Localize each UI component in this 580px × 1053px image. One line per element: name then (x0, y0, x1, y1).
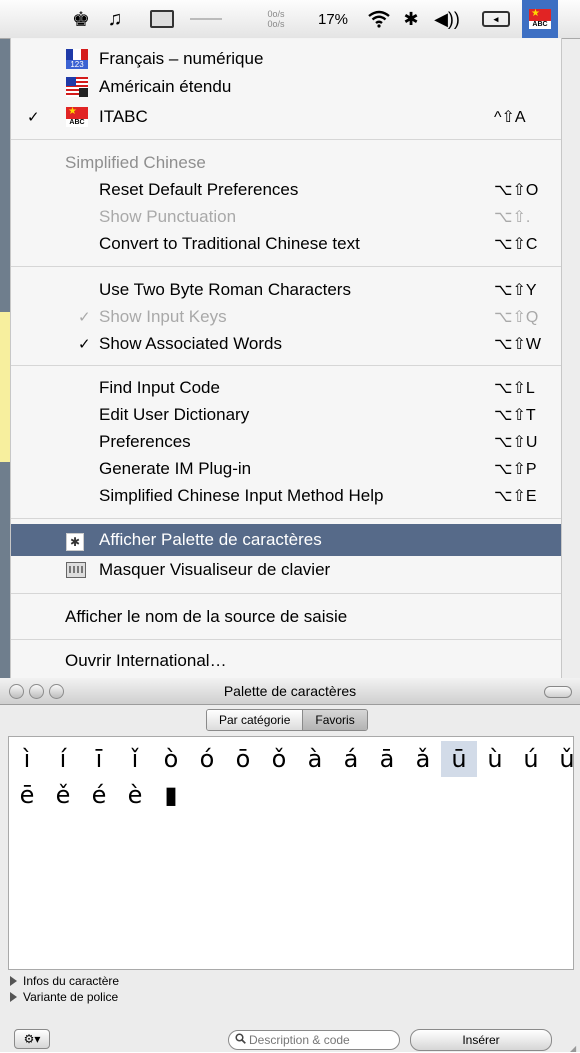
character-cell[interactable]: ā (369, 741, 405, 777)
network-monitor[interactable]: 0o/s 0o/s (256, 0, 296, 38)
title-bar[interactable]: Palette de caractères (0, 678, 580, 705)
battery-percent[interactable]: 17% (308, 0, 358, 38)
disclosure-font-variation[interactable]: Variante de police (10, 990, 118, 1004)
check-icon: ✓ (27, 109, 40, 126)
wifi-icon[interactable] (364, 0, 394, 38)
menu-item-input-method-help[interactable]: Simplified Chinese Input Method Help ⌥⇧E (11, 483, 561, 509)
character-palette-icon: ✱ (66, 531, 84, 551)
character-cell[interactable]: ǔ (549, 741, 580, 777)
menu-bar: ♚ ♫ 0o/s 0o/s 17% ✱ ◀)) ◂ ★ ABC (0, 0, 580, 39)
search-placeholder: Description & code (249, 1033, 350, 1047)
menu-item-show-source-name[interactable]: Afficher le nom de la source de saisie (11, 604, 561, 630)
menu-item-show-character-palette[interactable]: ✱ Afficher Palette de caractères (11, 524, 561, 556)
input-menu: 123 Français – numérique Américain étend… (10, 38, 562, 678)
menu-item-french-numeric[interactable]: 123 Français – numérique (11, 46, 561, 72)
menu-item-american-extended[interactable]: Américain étendu (11, 74, 561, 100)
menu-item-show-input-keys: ✓ Show Input Keys ⌥⇧Q (78, 307, 539, 326)
menu-item-reset-default-preferences[interactable]: Reset Default Preferences ⌥⇧O (11, 177, 561, 203)
resize-grip-icon[interactable]: ◢ (570, 1044, 578, 1053)
disclosure-triangle-icon (10, 992, 17, 1002)
separator-line (188, 0, 224, 38)
music-note-icon[interactable]: ♫ (104, 0, 126, 38)
menu-item-convert-traditional[interactable]: Convert to Traditional Chinese text ⌥⇧C (11, 231, 561, 257)
speech-icon[interactable]: ♚ (68, 0, 94, 38)
check-icon: ✓ (78, 309, 91, 326)
power-icon[interactable]: ◂ (474, 0, 518, 38)
menu-item-label: Français – numérique (99, 49, 264, 68)
character-cell[interactable]: ò (153, 741, 189, 777)
net-up-rate: 0o/s (267, 9, 285, 19)
background-window-right (560, 38, 580, 678)
character-cell[interactable]: à (297, 741, 333, 777)
separator (11, 139, 561, 140)
disclosure-character-info[interactable]: Infos du caractère (10, 974, 119, 988)
menu-item-open-international[interactable]: Ouvrir International… (11, 648, 561, 674)
disclosure-triangle-icon (10, 976, 17, 986)
menu-item-show-punctuation: Show Punctuation ⌥⇧. (99, 207, 531, 226)
menu-item-label: ITABC (99, 107, 148, 126)
character-cell[interactable]: ō (225, 741, 261, 777)
menu-item-edit-user-dictionary[interactable]: Edit User Dictionary ⌥⇧T (11, 402, 561, 428)
check-icon: ✓ (78, 336, 91, 353)
menu-item-label: Américain étendu (99, 77, 232, 96)
character-cell[interactable]: ì (9, 741, 45, 777)
display-icon[interactable] (148, 0, 176, 38)
character-cell[interactable]: è (117, 777, 153, 813)
character-cell[interactable]: ú (513, 741, 549, 777)
character-cell[interactable]: á (333, 741, 369, 777)
character-palette-window: Palette de caractères Par catégorie Favo… (0, 678, 580, 1053)
menu-item-itabc[interactable]: ✓ ★ ABC ITABC ^⇧A (11, 104, 561, 130)
menu-item-hide-keyboard-viewer[interactable]: Masquer Visualiseur de clavier (11, 557, 561, 583)
menu-item-find-input-code[interactable]: Find Input Code ⌥⇧L (11, 375, 561, 401)
menu-item-preferences[interactable]: Preferences ⌥⇧U (11, 429, 561, 455)
separator (11, 639, 561, 640)
bluetooth-icon[interactable]: ✱ (400, 0, 422, 38)
menu-item-generate-plugin[interactable]: Generate IM Plug-in ⌥⇧P (11, 456, 561, 482)
separator (11, 593, 561, 594)
section-header: Simplified Chinese (65, 153, 206, 172)
character-cell[interactable]: ù (477, 741, 513, 777)
view-tabs: Par catégorie Favoris (206, 709, 368, 731)
search-field[interactable]: Description & code (228, 1030, 400, 1050)
character-row: ìíīǐòóōǒàáāǎūùúǔ (9, 741, 580, 777)
gear-icon: ⚙▾ (23, 1032, 41, 1046)
character-cell[interactable]: ó (189, 741, 225, 777)
toolbar-toggle-button[interactable] (544, 686, 572, 698)
input-menu-flag-icon[interactable]: ★ ABC (522, 0, 558, 38)
french-flag-icon: 123 (66, 49, 88, 74)
character-cell[interactable]: í (45, 741, 81, 777)
character-cell[interactable]: ǎ (405, 741, 441, 777)
character-cell[interactable]: ū (441, 741, 477, 777)
tab-favoris[interactable]: Favoris (302, 710, 367, 730)
character-cell[interactable]: ǒ (261, 741, 297, 777)
character-cell[interactable]: ě (45, 777, 81, 813)
background-note (0, 312, 10, 462)
volume-icon[interactable]: ◀)) (430, 0, 464, 38)
us-flag-icon (66, 77, 88, 102)
menu-item-two-byte-roman[interactable]: Use Two Byte Roman Characters ⌥⇧Y (11, 277, 561, 303)
insert-button[interactable]: Insérer (410, 1029, 552, 1051)
tab-par-categorie[interactable]: Par catégorie (207, 710, 303, 730)
character-cell[interactable]: ē (9, 777, 45, 813)
character-cell[interactable]: ǐ (117, 741, 153, 777)
character-grid: ìíīǐòóōǒàáāǎūùúǔ ē ě é è ▮ (8, 736, 575, 970)
character-row: ē ě é è ▮ (9, 777, 189, 813)
text-cursor: ▮ (164, 781, 178, 809)
separator (11, 266, 561, 267)
net-down-rate: 0o/s (267, 19, 285, 29)
menu-item-show-associated-words[interactable]: ✓ Show Associated Words ⌥⇧W (11, 331, 561, 357)
keyboard-icon (66, 562, 86, 583)
character-cell[interactable]: ī (81, 741, 117, 777)
separator (11, 365, 561, 366)
separator (11, 518, 561, 519)
china-flag-icon: ★ ABC (66, 107, 88, 132)
search-icon (235, 1033, 246, 1047)
gear-menu-button[interactable]: ⚙▾ (14, 1029, 50, 1049)
shortcut: ^⇧A (494, 109, 526, 126)
window-title: Palette de caractères (223, 683, 357, 699)
character-cell[interactable]: é (81, 777, 117, 813)
